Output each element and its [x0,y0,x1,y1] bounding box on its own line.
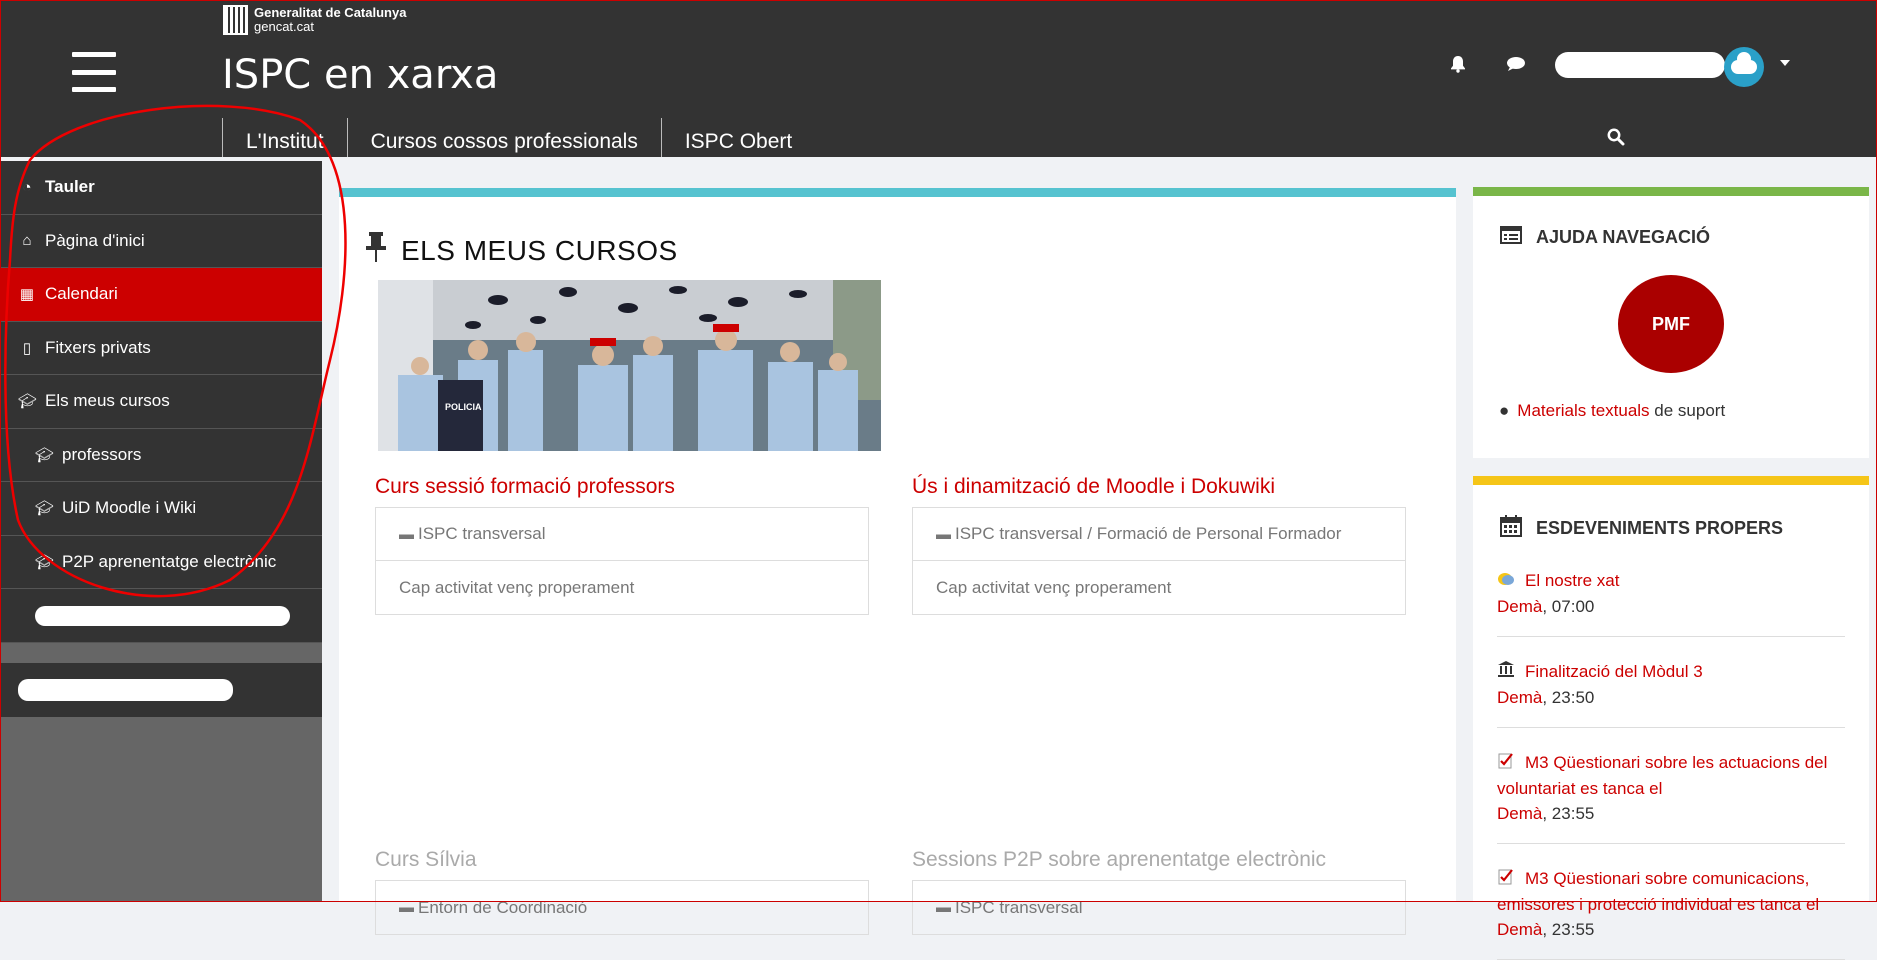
sidebar-item-redacted[interactable] [0,589,322,643]
event-date: Demà, 23:55 [1497,804,1595,824]
course-card: Sessions P2P sobre aprenentatge electròn… [912,848,1406,935]
event-link[interactable]: M3 Qüestionari sobre comunicacions, emis… [1497,866,1845,917]
help-block: AJUDA NAVEGACIÓ PMF ● Materials textuals … [1473,187,1869,458]
menu-toggle-icon[interactable] [72,52,116,92]
sidebar-spacer [0,643,322,663]
user-name-redacted[interactable] [1555,52,1725,78]
list-icon [1500,226,1522,249]
chat-icon[interactable] [1506,56,1526,77]
institution-icon [1497,660,1517,685]
sidebar-item-fitxers[interactable]: ▯ Fitxers privats [0,322,322,375]
sidebar-item-label: professors [62,444,142,464]
cloud-icon [1731,52,1757,74]
police-text: POLICIA [445,402,482,412]
event-date: Demà, 07:00 [1497,597,1595,617]
course-category: ▬ ISPC transversal / Formació de Personal… [913,508,1405,561]
event-link[interactable]: El nostre xat [1497,568,1845,594]
dashboard-icon: ◔ [22,178,32,196]
sidebar-item-home[interactable]: ⌂ Pàgina d'inici [0,215,322,268]
quiz-icon [1497,751,1517,776]
event-link[interactable]: Finalització del Mòdul 3 [1497,659,1845,685]
course-card: Ús i dinamització de Moodle i Dokuwiki ▬… [912,475,1406,615]
block-title: AJUDA NAVEGACIÓ [1536,227,1711,247]
course-activity: Cap activitat venç properament [936,577,1172,597]
sidebar-item-label: Calendari [45,284,118,304]
graduation-cap-icon: 🎓︎ [35,446,55,464]
chevron-down-icon[interactable] [1780,60,1790,66]
sidebar-item-label: Fitxers privats [45,337,151,357]
course-name[interactable]: Curs sessió formació professors [375,475,869,499]
sidebar: ◔ Tauler ⌂ Pàgina d'inici ▦ Calendari ▯ Fitx… [0,161,322,902]
sidebar-item-label: Pàgina d'inici [45,230,145,250]
course-name[interactable]: Sessions P2P sobre aprenentatge electròn… [912,848,1406,872]
sidebar-item-label: UiD Moodle i Wiki [62,498,197,518]
nav-item-obert[interactable]: ISPC Obert [660,118,815,157]
sidebar-item-tauler[interactable]: ◔ Tauler [0,161,322,215]
course-image[interactable]: POLICIA [378,280,881,451]
quiz-icon [1497,867,1517,892]
sidebar-item-label: P2P aprenentatge electrònic [62,551,277,571]
site-title[interactable]: ISPC en xarxa [222,52,498,98]
event-link[interactable]: M3 Qüestionari sobre les actuacions del … [1497,750,1845,801]
graduation-cap-icon: 🎓︎ [35,553,55,571]
redaction-mark [35,605,290,626]
event-item: El nostre xat Demà, 07:00 [1497,558,1845,638]
folder-icon: ▬ [399,525,414,543]
gencat-logo[interactable]: Generalitat de Catalunya gencat.cat [223,5,406,35]
materials-item: ● Materials textuals de suport [1473,373,1869,421]
course-card: Curs sessió formació professors ▬ ISPC tr… [375,475,869,615]
chat-bubble-icon [1497,569,1517,594]
file-icon: ▯ [22,339,32,357]
folder-icon: ▬ [936,525,951,543]
page-title: ELS MEUS CURSOS [401,234,678,266]
course-activity: Cap activitat venç properament [399,577,635,597]
event-item: Finalització del Mòdul 3 Demà, 23:50 [1497,649,1845,729]
graduation-cap-icon: 🎓︎ [35,500,55,518]
upcoming-events-block: ESDEVENIMENTS PROPERS El nostre xat Demà… [1473,476,1869,960]
event-date: Demà, 23:55 [1497,920,1595,940]
top-header: Generalitat de Catalunya gencat.cat ISPC… [0,0,1877,157]
nav-item-institut[interactable]: L'Institut [222,118,347,157]
calendar-icon: ▦ [19,286,35,304]
sidebar-item-p2p[interactable]: 🎓︎ P2P aprenentatge electrònic [0,536,322,589]
course-category: ▬ ISPC transversal [376,508,868,561]
gencat-name: Generalitat de Catalunya [254,5,407,20]
materials-text: de suport [1649,401,1726,420]
sidebar-item-redacted[interactable] [0,663,322,717]
avatar[interactable] [1724,47,1764,87]
search-icon[interactable] [1607,128,1625,146]
sidebar-item-cursos[interactable]: 🎓︎ Els meus cursos [0,375,322,429]
course-card: Curs Sílvia ▬ Entorn de Coordinació [375,848,869,935]
sidebar-item-professors[interactable]: 🎓︎ professors [0,429,322,482]
event-date: Demà, 23:50 [1497,688,1595,708]
event-item: M3 Qüestionari sobre les actuacions del … [1497,740,1845,845]
sidebar-item-label: Tauler [45,177,95,197]
graduation-cap-icon: 🎓︎ [18,393,38,411]
course-name[interactable]: Ús i dinamització de Moodle i Dokuwiki [912,475,1406,499]
pin-icon [365,231,387,270]
course-name[interactable]: Curs Sílvia [375,848,869,872]
sidebar-item-uid-moodle[interactable]: 🎓︎ UiD Moodle i Wiki [0,482,322,536]
calendar-icon [1500,515,1522,542]
course-category: ▬ ISPC transversal [936,897,1083,917]
bell-icon[interactable] [1450,55,1466,78]
course-category: ▬ Entorn de Coordinació [399,897,588,917]
gencat-url: gencat.cat [254,19,314,34]
event-item: M3 Qüestionari sobre comunicacions, emis… [1497,856,1845,960]
pmf-button[interactable]: PMF [1618,275,1724,373]
sidebar-item-label: Els meus cursos [45,391,170,411]
top-nav: L'Institut Cursos cossos professionals I… [222,118,815,157]
home-icon: ⌂ [22,232,32,250]
materials-link[interactable]: Materials textuals [1517,401,1649,420]
redaction-mark [18,679,233,701]
block-title: ESDEVENIMENTS PROPERS [1536,518,1784,538]
nav-item-cursos[interactable]: Cursos cossos professionals [346,118,661,157]
bullet: ● [1499,401,1510,420]
gencat-emblem-icon [223,5,248,35]
my-courses-panel: ELS MEUS CURSOS POLICIA Curs sessió form… [339,188,1456,935]
sidebar-item-calendari[interactable]: ▦ Calendari [0,268,322,322]
